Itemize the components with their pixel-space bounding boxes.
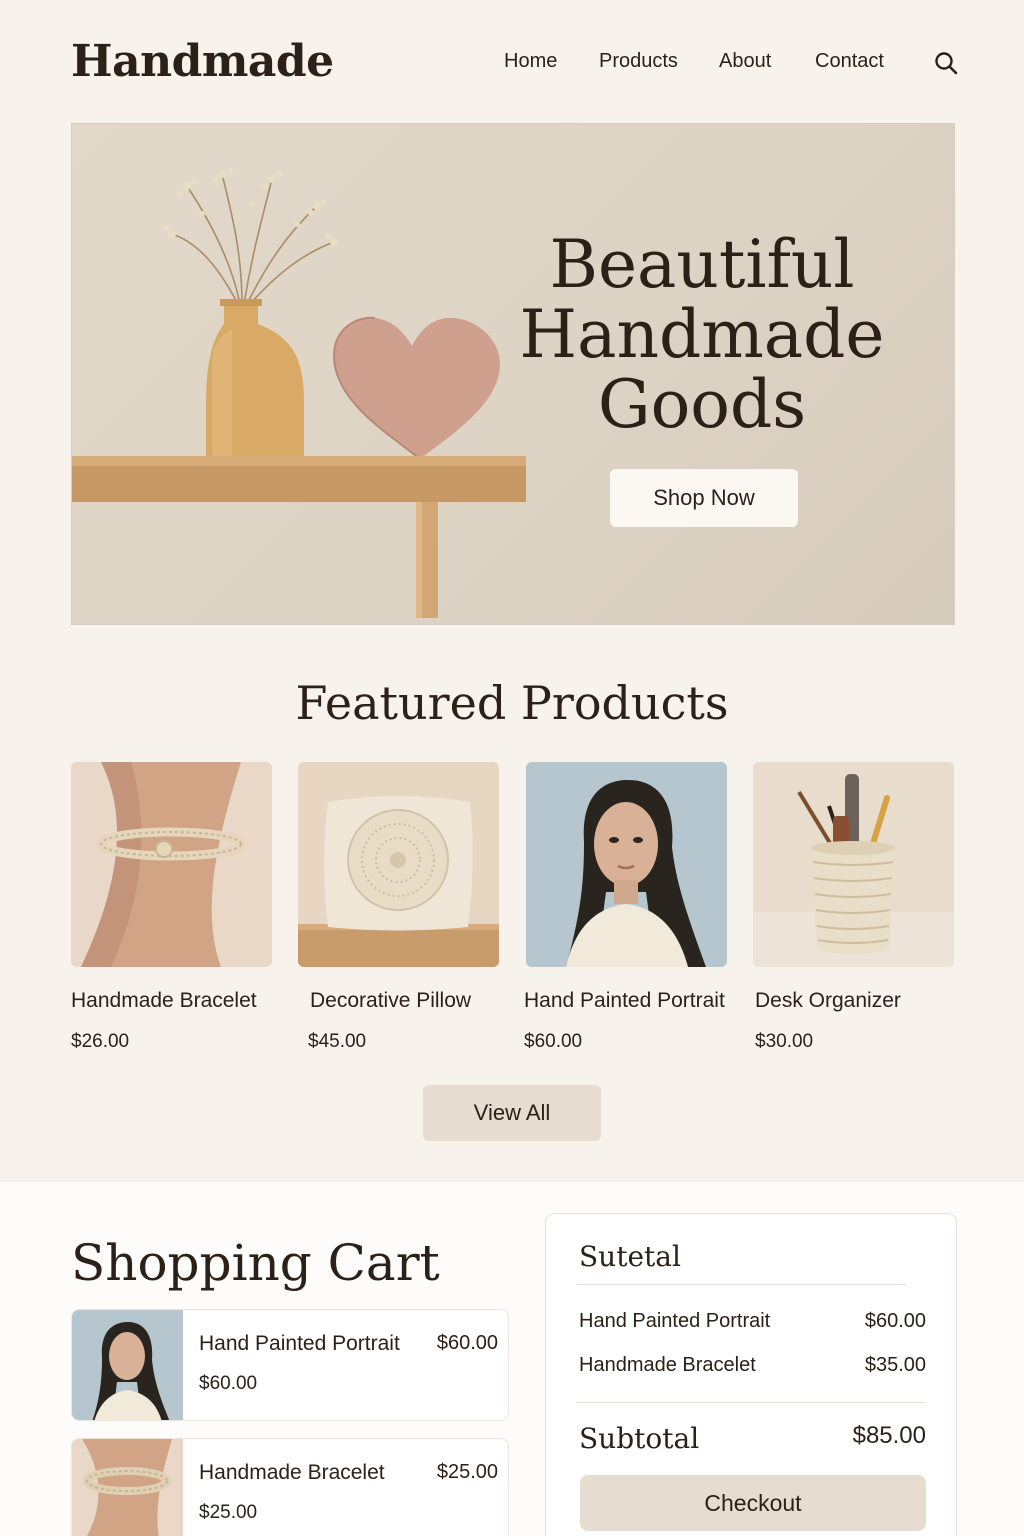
nav-home[interactable]: Home xyxy=(504,50,557,73)
product-price-bracelet: $26.00 xyxy=(71,1031,130,1052)
hero-title-line-1: Beautiful xyxy=(549,226,855,303)
hero-banner: Beautiful Handmade Goods Shop Now xyxy=(71,123,955,625)
site-logo[interactable]: Handmade xyxy=(71,36,334,87)
summary-row-price: $35.00 xyxy=(864,1354,926,1376)
site-header: Handmade Home Products About Contact xyxy=(0,0,1024,122)
cart-item-name[interactable]: Handmade Bracelet xyxy=(199,1461,385,1485)
nav-products[interactable]: Products xyxy=(599,50,678,73)
product-price-portrait: $60.00 xyxy=(524,1031,583,1052)
shop-now-button[interactable]: Shop Now xyxy=(610,469,798,527)
cart-item-price: $60.00 xyxy=(436,1332,498,1354)
product-image-bracelet[interactable] xyxy=(71,762,272,967)
cart-thumb-bracelet xyxy=(72,1439,183,1536)
nav-about[interactable]: About xyxy=(719,50,771,73)
product-image-pillow[interactable] xyxy=(298,762,499,967)
summary-title: Sutetal xyxy=(579,1240,681,1273)
product-name-pillow[interactable]: Decorative Pillow xyxy=(310,989,471,1013)
summary-row-price: $60.00 xyxy=(864,1310,926,1332)
summary-row-name: Hand Painted Portrait xyxy=(579,1310,771,1332)
cart-item-bracelet[interactable]: Handmade Bracelet $25.00 $25.00 xyxy=(71,1438,509,1536)
hero-title-line-2: Handmade xyxy=(519,296,885,373)
search-icon[interactable] xyxy=(933,50,959,76)
product-price-desk-organizer: $30.00 xyxy=(755,1031,814,1052)
cart-item-portrait[interactable]: Hand Painted Portrait $60.00 $60.00 xyxy=(71,1309,509,1421)
cart-item-price: $25.00 xyxy=(436,1461,498,1483)
product-name-bracelet[interactable]: Handmade Bracelet xyxy=(71,989,257,1013)
shopping-cart-section: Shopping Cart Hand Painted Portrait $60.… xyxy=(0,1182,1024,1536)
checkout-button[interactable]: Checkout xyxy=(580,1475,926,1531)
cart-item-subprice: $60.00 xyxy=(199,1373,258,1394)
product-price-pillow: $45.00 xyxy=(308,1031,367,1052)
product-image-portrait[interactable] xyxy=(526,762,727,967)
summary-divider xyxy=(576,1284,906,1285)
view-all-button[interactable]: View All xyxy=(423,1085,601,1141)
product-name-portrait[interactable]: Hand Painted Portrait xyxy=(524,989,725,1013)
subtotal-label: Subtotal xyxy=(579,1422,700,1455)
product-name-desk-organizer[interactable]: Desk Organizer xyxy=(755,989,901,1013)
summary-row-name: Handmade Bracelet xyxy=(579,1354,756,1376)
cart-thumb-portrait xyxy=(72,1310,183,1420)
summary-divider xyxy=(576,1402,926,1403)
product-image-desk-organizer[interactable] xyxy=(753,762,954,967)
subtotal-value: $85.00 xyxy=(852,1422,926,1449)
order-summary-panel: Sutetal Hand Painted Portrait $60.00 Han… xyxy=(545,1213,957,1536)
hero-title: Beautiful Handmade Goods xyxy=(512,230,892,440)
hero-title-line-3: Goods xyxy=(597,366,807,443)
featured-products-heading: Featured Products xyxy=(295,676,729,730)
nav-contact[interactable]: Contact xyxy=(815,50,884,73)
cart-item-name[interactable]: Hand Painted Portrait xyxy=(199,1332,400,1356)
cart-item-subprice: $25.00 xyxy=(199,1502,258,1523)
shopping-cart-heading: Shopping Cart xyxy=(71,1234,440,1292)
